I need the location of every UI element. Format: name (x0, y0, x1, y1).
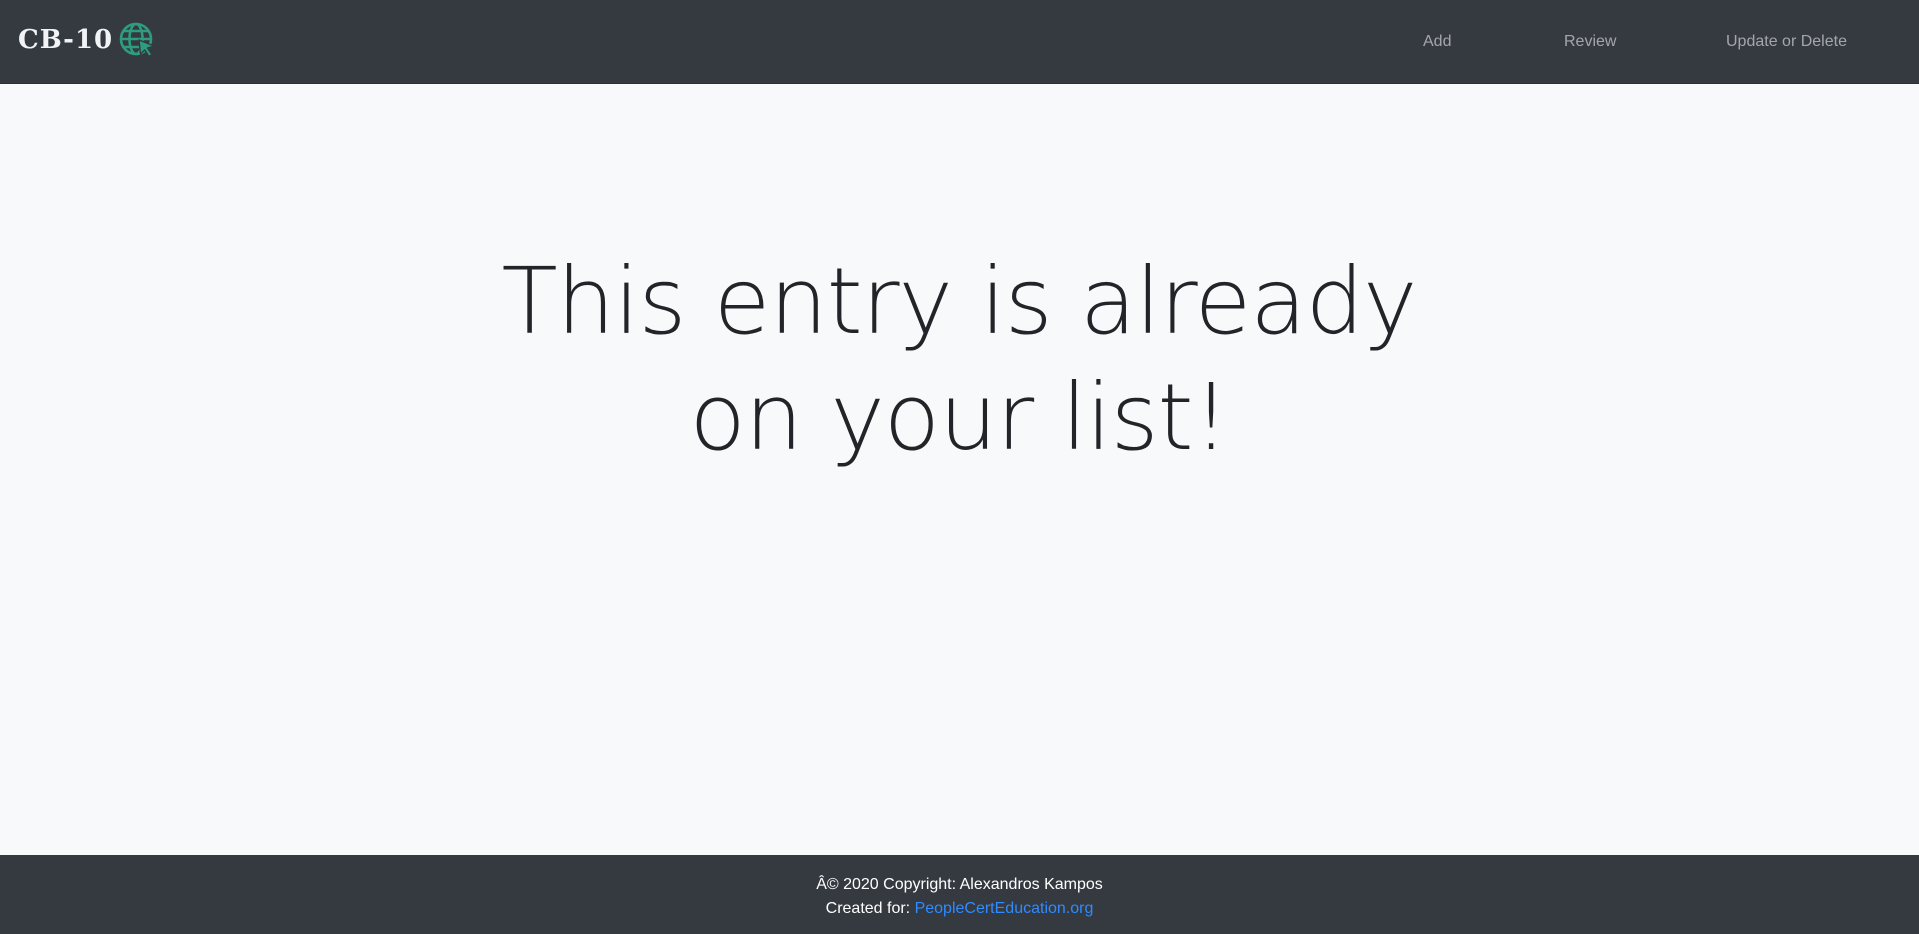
peoplecert-link[interactable]: PeopleCertEducation.org (915, 900, 1094, 917)
footer: Â© 2020 Copyright: Alexandros Kampos Cre… (0, 855, 1919, 934)
nav-add-link[interactable]: Add (1423, 31, 1451, 53)
footer-created-for: Created for: PeopleCertEducation.org (0, 898, 1919, 920)
created-for-label: Created for: (825, 900, 911, 917)
duplicate-entry-message: This entry is already on your list! (501, 248, 1417, 471)
main-content: This entry is already on your list! (0, 84, 1919, 855)
nav-review-link[interactable]: Review (1564, 31, 1616, 53)
globe-cursor-icon (119, 21, 157, 59)
brand-link[interactable]: CB-10 (18, 18, 157, 62)
brand-name: CB-10 (18, 25, 114, 55)
nav-update-delete-link[interactable]: Update or Delete (1726, 31, 1847, 53)
page: CB-10 Add Review Update or Delete This e… (0, 0, 1919, 934)
footer-copyright: Â© 2020 Copyright: Alexandros Kampos (816, 876, 1103, 893)
top-navbar: CB-10 Add Review Update or Delete (0, 0, 1919, 84)
